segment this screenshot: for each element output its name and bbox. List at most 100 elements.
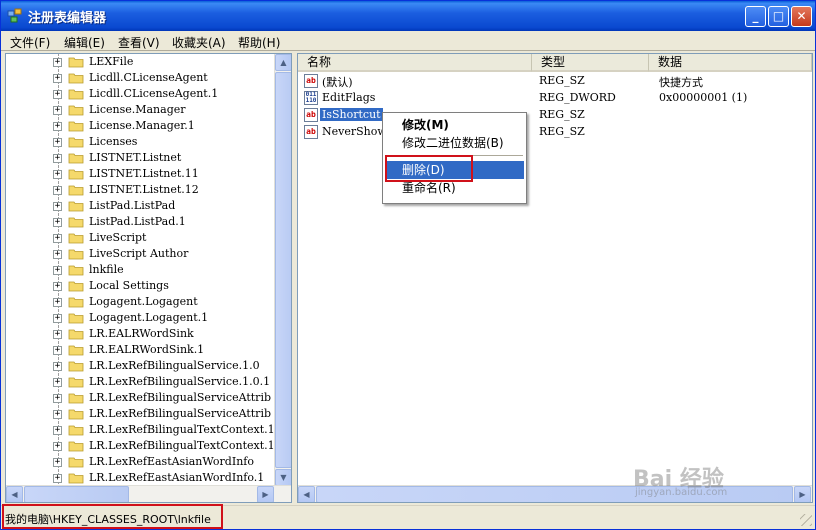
tree-item[interactable]: + Logagent.Logagent.1 [6,310,276,326]
expand-icon[interactable]: + [53,362,62,371]
tree-item-label: ListPad.ListPad [89,199,176,212]
scroll-right-icon[interactable]: ▶ [794,486,811,502]
value-data: 0x00000001 (1) [659,91,748,104]
menu-help[interactable]: 帮助(H) [238,34,280,51]
context-menu-modify-binary[interactable]: 修改二进位数据(B) [385,134,524,152]
folder-icon [68,201,84,212]
tree-item-label: lnkfile [89,263,124,276]
tree-item[interactable]: + LR.LexRefBilingualTextContext.1 [6,422,276,438]
column-header-name[interactable]: 名称 [298,54,532,72]
folder-icon [68,345,84,356]
expand-icon[interactable]: + [53,266,62,275]
expand-icon[interactable]: + [53,298,62,307]
expand-icon[interactable]: + [53,218,62,227]
watermark-url: jingyan.baidu.com [635,487,728,498]
tree-item[interactable]: + ListPad.ListPad [6,198,276,214]
value-row[interactable]: 011 110 EditFlags REG_DWORD 0x00000001 (1… [298,90,812,107]
expand-icon[interactable]: + [53,58,62,67]
context-menu-modify[interactable]: 修改(M) [385,116,524,134]
tree-item[interactable]: + License.Manager.1 [6,118,276,134]
tree-item[interactable]: + Logagent.Logagent [6,294,276,310]
tree-item[interactable]: + LR.LexRefBilingualTextContext.1 [6,438,276,454]
tree-item[interactable]: + LEXFile [6,54,276,70]
expand-icon[interactable]: + [53,138,62,147]
tree-item-label: License.Manager.1 [89,119,195,132]
tree-item[interactable]: + LISTNET.Listnet [6,150,276,166]
expand-icon[interactable]: + [53,378,62,387]
folder-icon [68,297,84,308]
folder-icon [68,121,84,132]
tree-item[interactable]: + lnkfile [6,262,276,278]
tree-horizontal-scrollbar[interactable]: ◀ ▶ [6,485,291,502]
tree-item[interactable]: + LR.LexRefEastAsianWordInfo.1 [6,470,276,486]
tree-item[interactable]: + Licdll.CLicenseAgent [6,70,276,86]
title-bar[interactable]: 注册表编辑器 _ □ ✕ [1,1,815,31]
tree-item[interactable]: + LR.LexRefBilingualService.1.0.1 [6,374,276,390]
tree-item[interactable]: + Licenses [6,134,276,150]
tree-item[interactable]: + LISTNET.Listnet.12 [6,182,276,198]
minimize-button[interactable]: _ [745,6,766,27]
tree-item[interactable]: + ListPad.ListPad.1 [6,214,276,230]
folder-icon [68,313,84,324]
tree-hscroll-thumb[interactable] [24,486,129,502]
expand-icon[interactable]: + [53,250,62,259]
tree-item[interactable]: + LR.LexRefBilingualServiceAttrib [6,406,276,422]
expand-icon[interactable]: + [53,442,62,451]
scroll-up-icon[interactable]: ▲ [275,54,291,71]
tree-item[interactable]: + Licdll.CLicenseAgent.1 [6,86,276,102]
scroll-right-icon[interactable]: ▶ [257,486,274,502]
expand-icon[interactable]: + [53,426,62,435]
resize-grip-icon[interactable] [800,514,812,526]
expand-icon[interactable]: + [53,314,62,323]
menu-favorites[interactable]: 收藏夹(A) [172,34,226,51]
scroll-left-icon[interactable]: ◀ [298,486,315,502]
expand-icon[interactable]: + [53,346,62,355]
binary-value-icon: 011 110 [304,91,318,105]
tree-item[interactable]: + License.Manager [6,102,276,118]
tree-item[interactable]: + LR.EALRWordSink.1 [6,342,276,358]
expand-icon[interactable]: + [53,202,62,211]
scroll-down-icon[interactable]: ▼ [275,469,291,486]
expand-icon[interactable]: + [53,154,62,163]
tree-item[interactable]: + LR.LexRefEastAsianWordInfo [6,454,276,470]
expand-icon[interactable]: + [53,170,62,179]
values-list-pane[interactable]: 名称 类型 数据 ab (默认) REG_SZ 快捷方式 011 110 Edit… [297,53,813,503]
tree-item[interactable]: + Local Settings [6,278,276,294]
expand-icon[interactable]: + [53,282,62,291]
tree-item[interactable]: + LR.EALRWordSink [6,326,276,342]
tree-item[interactable]: + LR.LexRefBilingualService.1.0 [6,358,276,374]
value-row[interactable]: ab NeverShowExt REG_SZ [298,124,812,141]
scroll-left-icon[interactable]: ◀ [6,486,23,502]
column-header-data[interactable]: 数据 [649,54,812,72]
expand-icon[interactable]: + [53,474,62,483]
expand-icon[interactable]: + [53,410,62,419]
tree-item[interactable]: + LISTNET.Listnet.11 [6,166,276,182]
expand-icon[interactable]: + [53,234,62,243]
column-header-type[interactable]: 类型 [532,54,649,72]
value-row-selected[interactable]: ab IsShortcut REG_SZ [298,107,812,124]
tree-item[interactable]: + LiveScript Author [6,246,276,262]
folder-icon [68,153,84,164]
expand-icon[interactable]: + [53,90,62,99]
folder-icon [68,169,84,180]
menu-edit[interactable]: 编辑(E) [64,34,105,51]
tree-vertical-scrollbar[interactable]: ▲ ▼ [274,54,291,486]
tree-item[interactable]: + LR.LexRefBilingualServiceAttrib [6,390,276,406]
value-row[interactable]: ab (默认) REG_SZ 快捷方式 [298,73,812,90]
tree-item[interactable]: + LiveScript [6,230,276,246]
menu-file[interactable]: 文件(F) [10,34,50,51]
expand-icon[interactable]: + [53,186,62,195]
expand-icon[interactable]: + [53,394,62,403]
expand-icon[interactable]: + [53,122,62,131]
expand-icon[interactable]: + [53,330,62,339]
expand-icon[interactable]: + [53,106,62,115]
maximize-button[interactable]: □ [768,6,789,27]
expand-icon[interactable]: + [53,458,62,467]
close-button[interactable]: ✕ [791,6,812,27]
tree-item-label: LR.LexRefBilingualService.1.0 [89,359,260,372]
tree-scroll-thumb[interactable] [275,72,291,468]
expand-icon[interactable]: + [53,74,62,83]
key-tree-pane[interactable]: + LEXFile + Licdll.CLicenseAgent + Licdll.CLi… [5,53,292,503]
menu-view[interactable]: 查看(V) [118,34,160,51]
folder-icon [68,185,84,196]
